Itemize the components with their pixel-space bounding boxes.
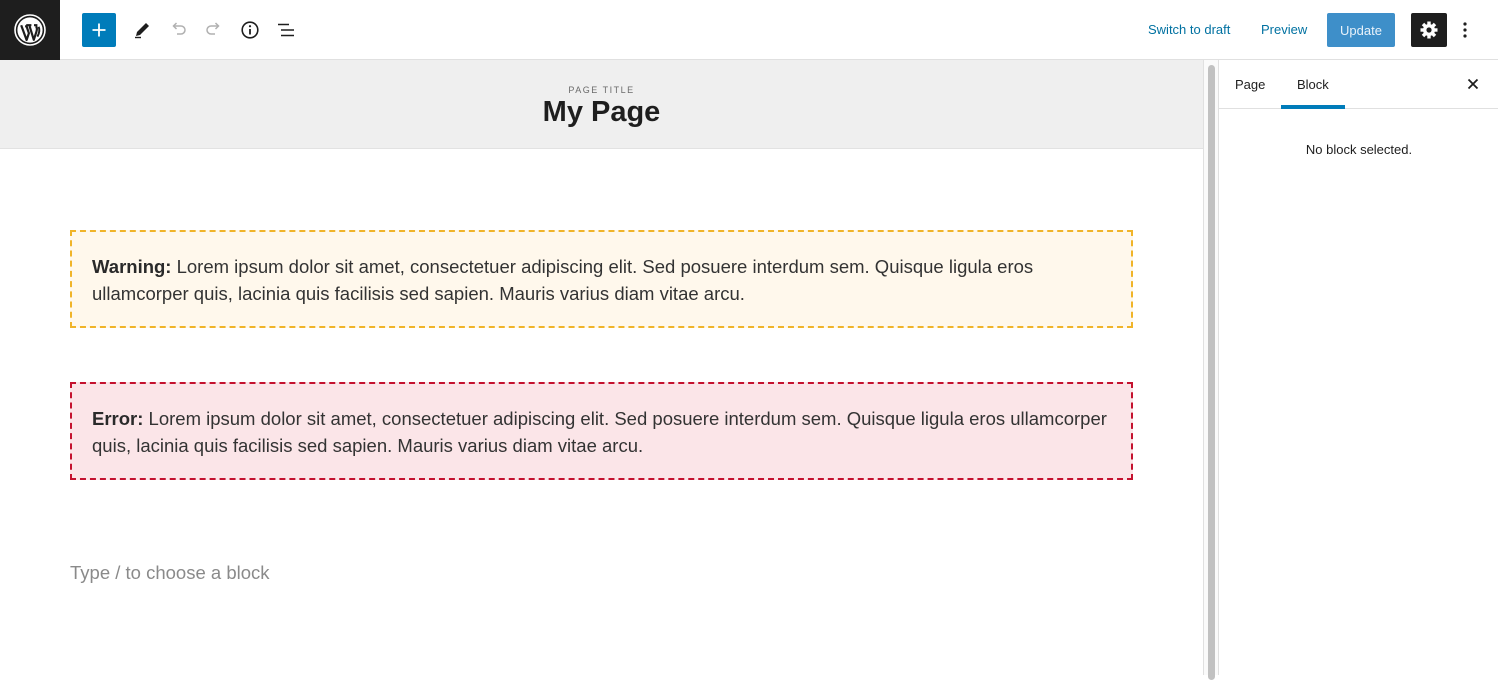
page-title-label: PAGE TITLE <box>568 85 635 95</box>
add-block-button[interactable] <box>82 13 116 47</box>
undo-icon <box>172 22 186 35</box>
warning-notice-block[interactable]: Warning: Lorem ipsum dolor sit amet, con… <box>70 230 1133 328</box>
tab-block[interactable]: Block <box>1281 60 1345 109</box>
settings-sidebar: Page Block No block selected. <box>1218 60 1498 675</box>
update-button[interactable]: Update <box>1327 13 1395 47</box>
pencil-icon <box>135 23 149 39</box>
editor-canvas: PAGE TITLE My Page Warning: Lorem ipsum … <box>0 60 1203 675</box>
tools-button[interactable] <box>124 12 160 48</box>
close-icon <box>1467 78 1479 90</box>
gear-icon <box>1420 21 1438 39</box>
wordpress-icon <box>14 14 46 46</box>
scrollbar-thumb[interactable] <box>1208 65 1215 680</box>
block-appender-placeholder[interactable]: Type / to choose a block <box>70 562 270 584</box>
warning-text: Lorem ipsum dolor sit amet, consectetuer… <box>92 256 1034 304</box>
error-label: Error: <box>92 408 144 429</box>
plus-icon <box>92 23 106 37</box>
editor-header: Switch to draft Preview Update <box>0 0 1498 60</box>
error-notice-block[interactable]: Error: Lorem ipsum dolor sit amet, conse… <box>70 382 1133 480</box>
tab-page[interactable]: Page <box>1235 60 1265 108</box>
close-sidebar-button[interactable] <box>1463 74 1483 94</box>
canvas-scrollbar[interactable] <box>1203 60 1218 680</box>
redo-icon <box>206 22 220 35</box>
settings-button[interactable] <box>1411 13 1447 47</box>
switch-to-draft-button[interactable]: Switch to draft <box>1148 20 1230 40</box>
redo-button[interactable] <box>196 12 232 48</box>
page-title-area[interactable]: PAGE TITLE My Page <box>0 60 1203 149</box>
wordpress-logo-button[interactable] <box>0 0 60 60</box>
page-title[interactable]: My Page <box>0 96 1203 129</box>
more-vertical-icon <box>1463 22 1467 38</box>
no-block-selected-message: No block selected. <box>1305 142 1413 157</box>
error-text: Lorem ipsum dolor sit amet, consectetuer… <box>92 408 1107 456</box>
undo-button[interactable] <box>160 12 196 48</box>
list-view-button[interactable] <box>268 12 304 48</box>
list-view-icon <box>278 23 294 37</box>
more-options-button[interactable] <box>1452 13 1478 47</box>
details-button[interactable] <box>232 12 268 48</box>
warning-label: Warning: <box>92 256 172 277</box>
info-icon <box>241 21 259 39</box>
preview-button[interactable]: Preview <box>1261 20 1307 40</box>
sidebar-tabs: Page Block <box>1219 60 1498 109</box>
